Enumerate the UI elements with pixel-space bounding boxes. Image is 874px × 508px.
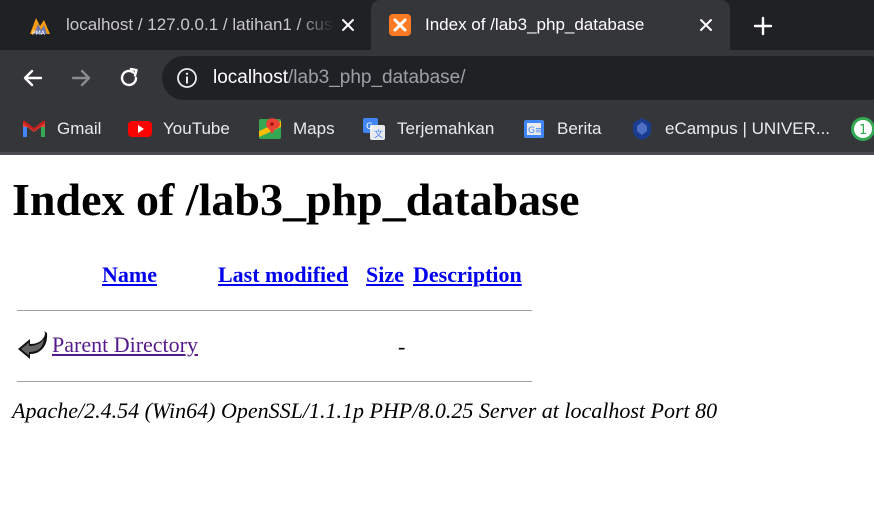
url-host: localhost (213, 67, 288, 88)
svg-text:文: 文 (374, 128, 383, 140)
back-arrow-icon[interactable] (19, 64, 47, 92)
parent-directory-link[interactable]: Parent Directory (52, 332, 198, 358)
tab-phpmyadmin[interactable]: PMA localhost / 127.0.0.1 / latihan1 / c… (18, 0, 370, 50)
xampp-icon (389, 14, 411, 36)
sort-by-size-link[interactable]: Size (366, 262, 404, 288)
table-divider-top (17, 310, 532, 311)
size-value: - (398, 334, 406, 359)
bookmark-youtube[interactable]: YouTube (128, 116, 230, 142)
bookmark-translate[interactable]: G文 Terjemahkan (362, 116, 494, 142)
maps-icon (258, 117, 282, 141)
bookmark-label: Berita (557, 119, 602, 138)
bookmark-ecampus[interactable]: eCampus | UNIVER... (630, 116, 830, 142)
tab-index-of[interactable]: Index of /lab3_php_database (371, 0, 730, 50)
bookmark-gmail[interactable]: Gmail (22, 116, 101, 142)
extension-badge-icon[interactable]: 1 (850, 116, 874, 142)
address-bar[interactable]: localhost/lab3_php_database/ (162, 56, 874, 100)
ecampus-icon (630, 117, 654, 141)
bookmark-label: Maps (293, 119, 335, 138)
sort-by-description-link[interactable]: Description (413, 262, 522, 288)
tab-strip: PMA localhost / 127.0.0.1 / latihan1 / c… (0, 0, 874, 50)
phpmyadmin-icon: PMA (30, 18, 50, 36)
youtube-icon (128, 117, 152, 141)
back-arrow-icon (18, 331, 48, 359)
url-path: /lab3_php_database/ (288, 67, 466, 88)
translate-icon: G文 (362, 117, 386, 141)
svg-text:G≡: G≡ (528, 126, 543, 136)
bookmark-label: Gmail (57, 119, 102, 138)
bookmarks-bar: Gmail YouTube Maps G文 Terjemahkan G≡ Ber… (0, 106, 874, 152)
reload-icon[interactable] (115, 64, 143, 92)
bookmark-maps[interactable]: Maps (258, 116, 335, 142)
browser-toolbar: localhost/lab3_php_database/ (0, 50, 874, 106)
sort-by-name-link[interactable]: Name (102, 262, 157, 288)
bookmark-label: eCampus | UNIVER... (665, 119, 831, 138)
new-tab-icon[interactable] (750, 13, 776, 39)
bookmark-label: Terjemahkan (397, 119, 495, 138)
bookmark-label: YouTube (163, 119, 230, 138)
sort-by-last-modified-link[interactable]: Last modified (218, 262, 348, 288)
close-tab-icon[interactable] (336, 13, 360, 37)
gmail-icon (22, 117, 46, 141)
page-content: Index of /lab3_php_database Name Last mo… (0, 155, 874, 508)
svg-text:G: G (366, 122, 373, 132)
svg-text:1: 1 (859, 123, 867, 138)
server-signature: Apache/2.4.54 (Win64) OpenSSL/1.1.1p PHP… (12, 398, 718, 423)
news-icon: G≡ (522, 117, 546, 141)
svg-text:PMA: PMA (32, 30, 46, 36)
browser-chrome: PMA localhost / 127.0.0.1 / latihan1 / c… (0, 0, 874, 155)
table-divider-bottom (17, 381, 532, 382)
forward-arrow-icon[interactable] (67, 64, 95, 92)
tab-title: localhost / 127.0.0.1 / latihan1 / custo… (66, 15, 334, 34)
info-icon[interactable] (176, 67, 198, 89)
url-text: localhost/lab3_php_database/ (213, 67, 466, 89)
page-title: Index of /lab3_php_database (12, 174, 580, 225)
bookmark-news[interactable]: G≡ Berita (522, 116, 601, 142)
tab-title: Index of /lab3_php_database (425, 15, 645, 34)
close-tab-icon[interactable] (694, 13, 718, 37)
